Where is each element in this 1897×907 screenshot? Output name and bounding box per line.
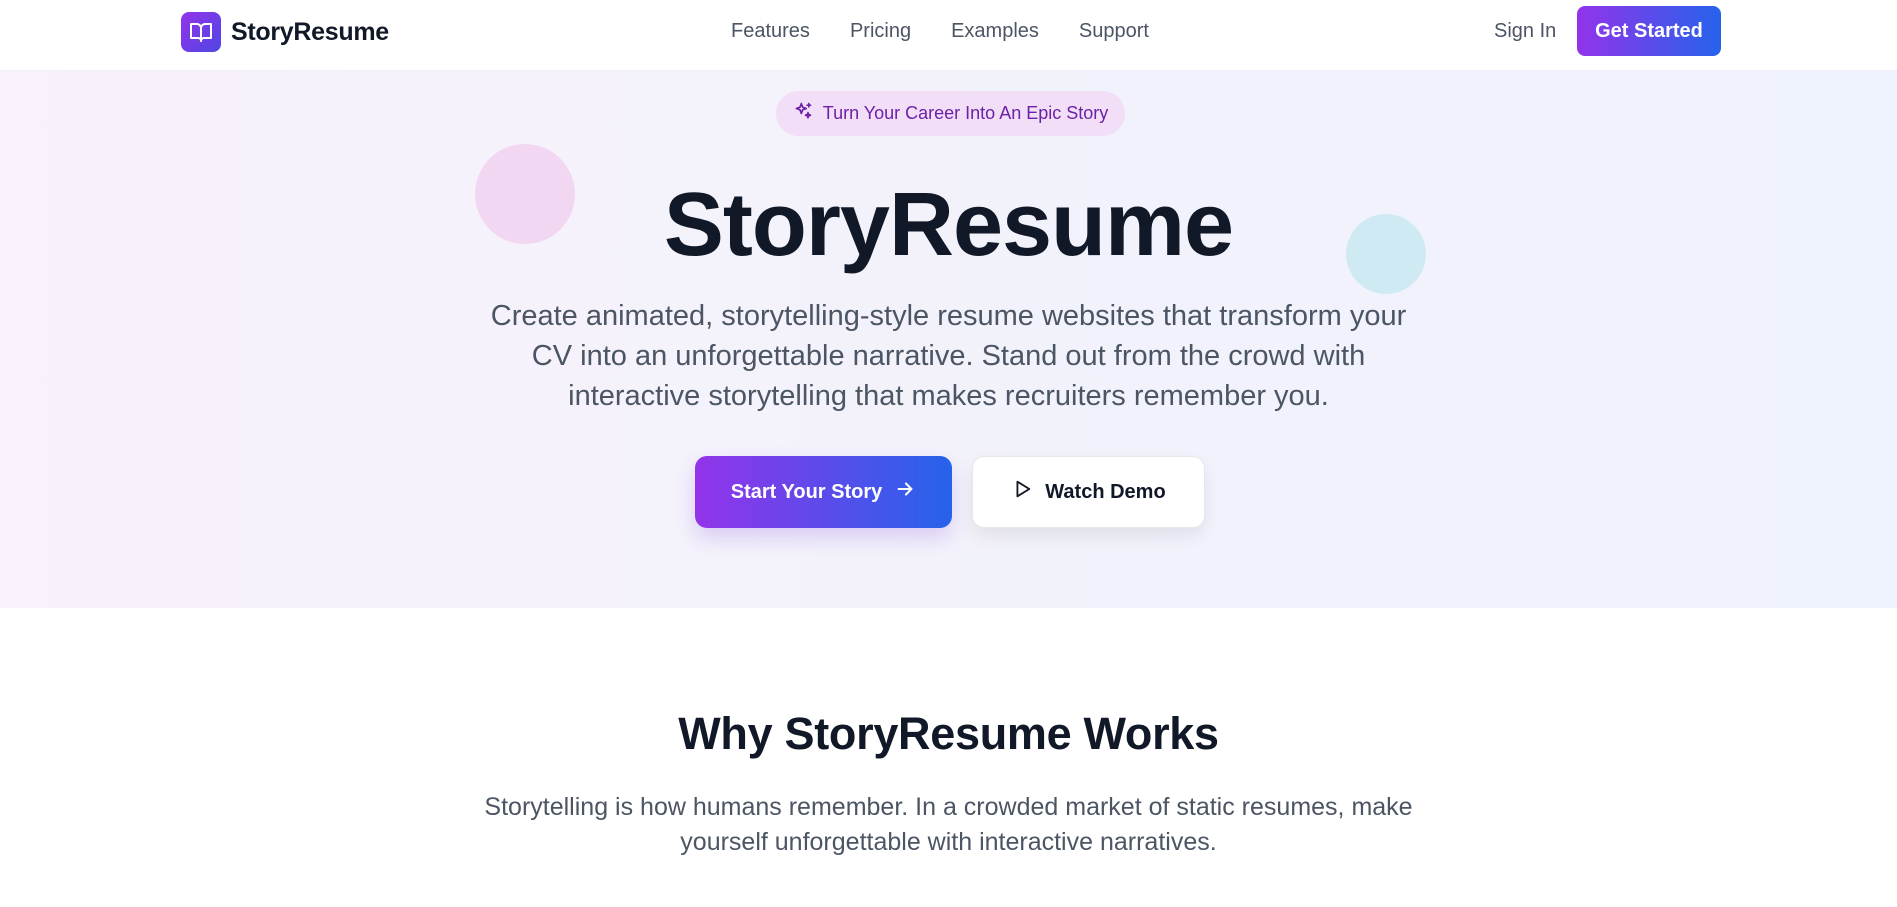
start-your-story-label: Start Your Story — [730, 480, 883, 503]
nav-link-support[interactable]: Support — [1079, 20, 1149, 43]
watch-demo-button[interactable]: Watch Demo — [972, 456, 1205, 528]
arrow-right-icon — [894, 478, 916, 506]
hero-description: Create animated, storytelling-style resu… — [490, 300, 1407, 412]
top-navbar: StoryResume Features Pricing Examples Su… — [0, 0, 1897, 71]
nav-link-features[interactable]: Features — [731, 20, 810, 43]
why-section-title: Why StoryResume Works — [678, 708, 1219, 759]
play-icon — [1011, 478, 1033, 506]
sparkles-icon — [793, 101, 813, 126]
why-section-description: Storytelling is how humans remember. In … — [484, 793, 1413, 856]
nav-link-examples[interactable]: Examples — [951, 20, 1039, 43]
watch-demo-label: Watch Demo — [1045, 480, 1166, 503]
hero-badge-text: Turn Your Career Into An Epic Story — [822, 103, 1109, 123]
hero-title: StoryResume — [663, 175, 1234, 275]
brand-logo-link[interactable]: StoryResume — [181, 12, 389, 52]
book-open-icon — [181, 12, 221, 52]
sign-in-link[interactable]: Sign In — [1494, 20, 1556, 43]
nav-link-pricing[interactable]: Pricing — [850, 20, 911, 43]
start-your-story-button[interactable]: Start Your Story — [695, 456, 952, 528]
brand-name: StoryResume — [231, 17, 389, 46]
main-nav: Features Pricing Examples Support — [731, 20, 1149, 43]
hero-badge: Turn Your Career Into An Epic Story — [776, 91, 1125, 136]
hero-section: Turn Your Career Into An Epic Story Stor… — [0, 71, 1897, 608]
get-started-button[interactable]: Get Started — [1577, 6, 1721, 56]
